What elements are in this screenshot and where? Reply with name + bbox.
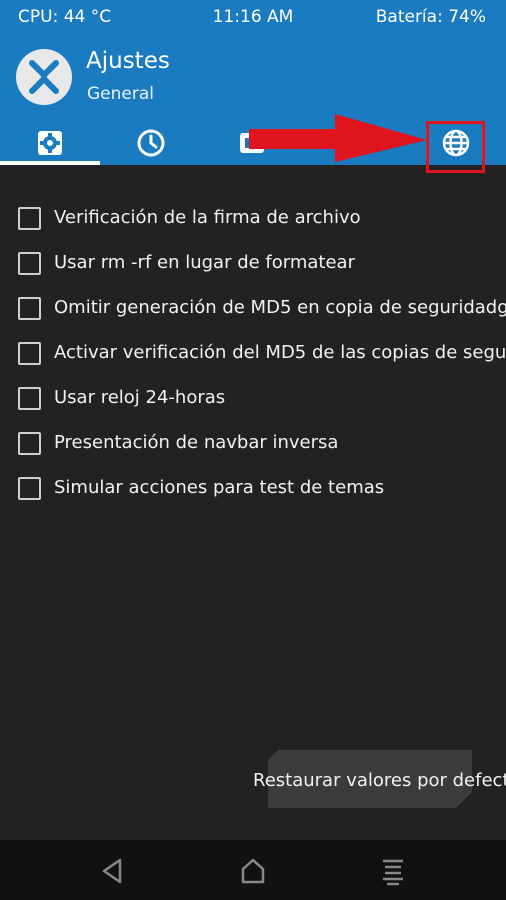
home-icon[interactable] (236, 854, 270, 888)
option-label: Verificación de la firma de archivo (54, 207, 361, 228)
gear-icon (38, 131, 62, 155)
checkbox[interactable] (18, 207, 41, 230)
option-signature-verification[interactable]: Verificación de la firma de archivo (0, 198, 506, 238)
battery-level: Batería: 74% (375, 7, 486, 27)
option-label: Activar verificación del MD5 de las copi… (54, 342, 506, 363)
checkbox[interactable] (18, 432, 41, 455)
tab-general[interactable] (0, 122, 100, 165)
option-label: Omitir generación de MD5 en copia de seg… (54, 297, 506, 318)
checkbox[interactable] (18, 477, 41, 500)
tab-time[interactable] (101, 122, 201, 165)
option-label: Usar rm -rf en lugar de formatear (54, 252, 355, 273)
option-md5-verification[interactable]: Activar verificación del MD5 de las copi… (0, 333, 506, 373)
option-label: Presentación de navbar inversa (54, 432, 339, 453)
menu-icon[interactable] (376, 854, 410, 888)
highlight-box-annotation (426, 121, 485, 173)
option-label: Simular acciones para test de temas (54, 477, 385, 498)
checkbox[interactable] (18, 252, 41, 275)
option-use-rm-rf[interactable]: Usar rm -rf en lugar de formatear (0, 243, 506, 283)
checkbox[interactable] (18, 342, 41, 365)
option-reverse-navbar[interactable]: Presentación de navbar inversa (0, 423, 506, 463)
page-subtitle: General (87, 84, 154, 104)
twrp-logo-icon (16, 49, 72, 105)
option-skip-md5-generation[interactable]: Omitir generación de MD5 en copia de seg… (0, 288, 506, 328)
status-bar: CPU: 44 °C 11:16 AM Batería: 74% (0, 0, 506, 34)
checkbox[interactable] (18, 387, 41, 410)
option-24-hour-clock[interactable]: Usar reloj 24-horas (0, 378, 506, 418)
navigation-bar (0, 840, 506, 900)
option-simulate-theme-test[interactable]: Simular acciones para test de temas (0, 468, 506, 508)
option-label: Usar reloj 24-horas (54, 387, 226, 408)
clock-icon (137, 129, 165, 157)
active-tab-indicator (0, 161, 100, 165)
page-title: Ajustes (86, 48, 170, 74)
restore-defaults-button[interactable]: Restaurar valores por defecto (253, 770, 506, 791)
back-icon[interactable] (96, 854, 130, 888)
checkbox[interactable] (18, 297, 41, 320)
red-arrow-annotation (249, 114, 427, 162)
